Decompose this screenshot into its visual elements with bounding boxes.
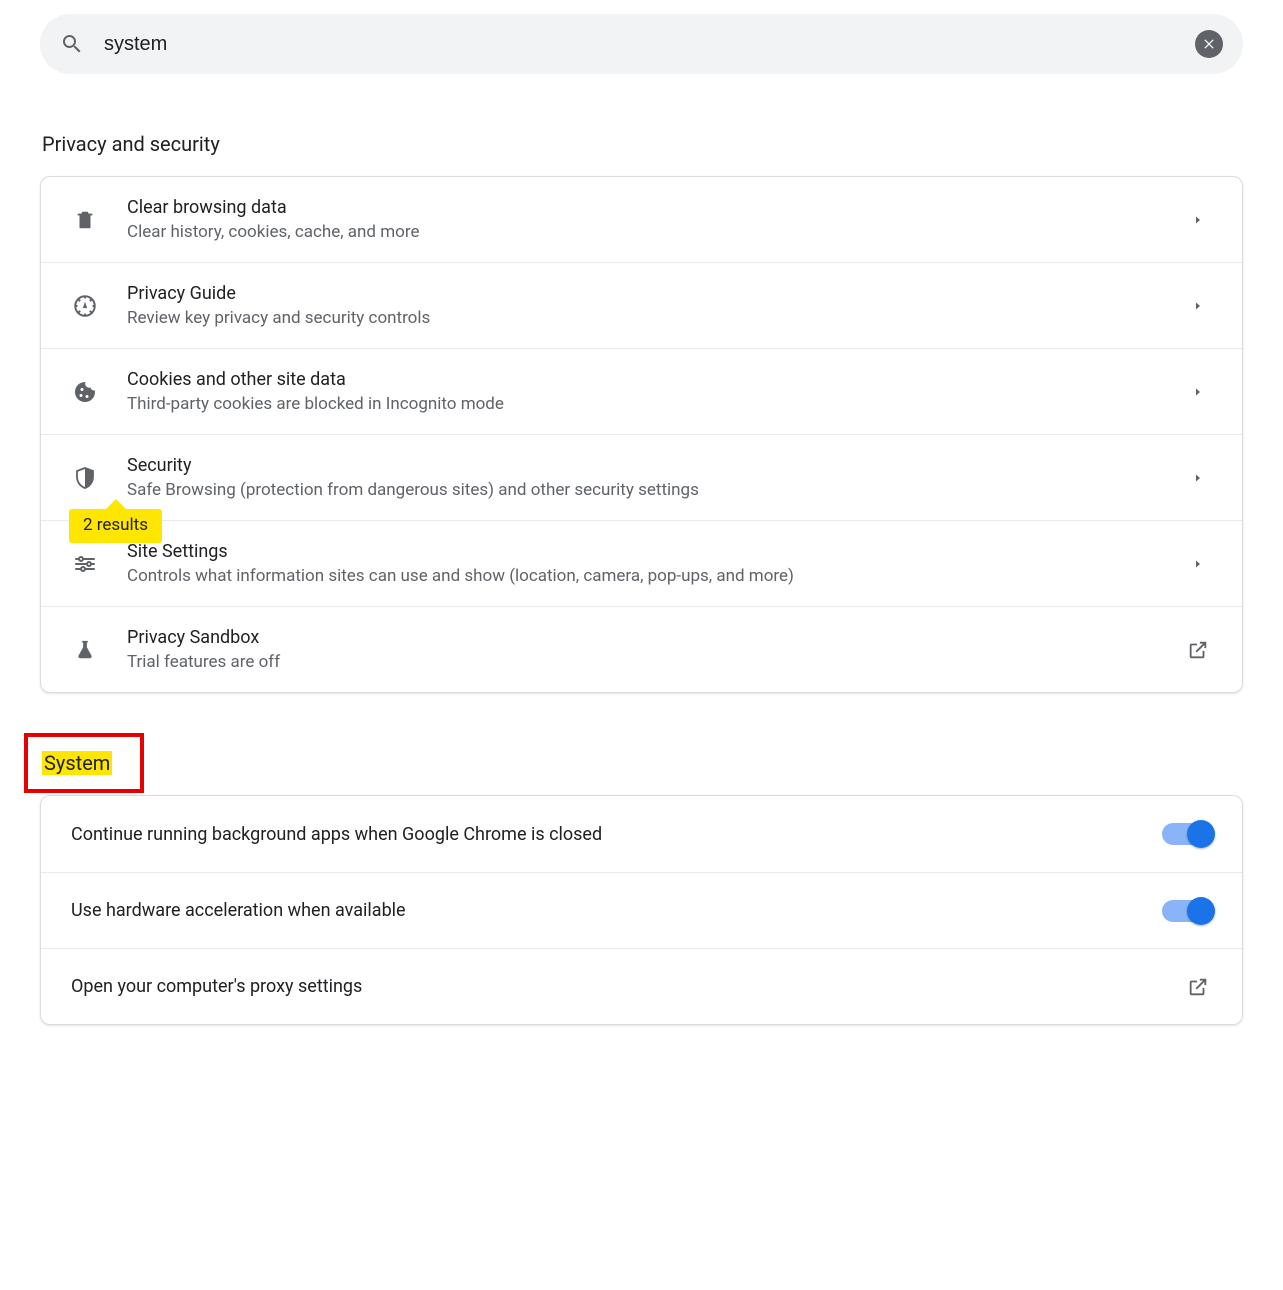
compass-icon <box>71 292 99 320</box>
row-title: Cookies and other site data <box>127 369 1184 390</box>
row-title: Privacy Guide <box>127 283 1184 304</box>
chevron-right-icon <box>1184 292 1212 320</box>
row-subtitle: Controls what information sites can use … <box>127 566 1184 586</box>
row-title: Use hardware acceleration when available <box>71 900 1162 921</box>
row-title: Security <box>127 455 1184 476</box>
results-bubble: 2 results <box>69 509 162 543</box>
row-subtitle: Review key privacy and security controls <box>127 308 1184 328</box>
system-section-header-wrap: System <box>42 751 112 775</box>
clear-search-button[interactable] <box>1195 30 1223 58</box>
chevron-right-icon <box>1184 206 1212 234</box>
privacy-guide-row[interactable]: Privacy Guide Review key privacy and sec… <box>41 262 1242 348</box>
privacy-section-header: Privacy and security <box>42 132 1243 156</box>
hardware-accel-row[interactable]: Use hardware acceleration when available <box>41 872 1242 948</box>
chevron-right-icon <box>1184 378 1212 406</box>
row-text: Privacy Guide Review key privacy and sec… <box>127 283 1184 328</box>
row-text: Privacy Sandbox Trial features are off <box>127 627 1184 672</box>
row-title: Open your computer's proxy settings <box>71 976 1184 997</box>
cookies-row[interactable]: Cookies and other site data Third-party … <box>41 348 1242 434</box>
row-subtitle: Safe Browsing (protection from dangerous… <box>127 480 1184 500</box>
row-text: Clear browsing data Clear history, cooki… <box>127 197 1184 242</box>
security-row[interactable]: Security Safe Browsing (protection from … <box>41 434 1242 520</box>
row-title: Continue running background apps when Go… <box>71 824 1162 845</box>
settings-page: Privacy and security Clear browsing data… <box>0 0 1283 1065</box>
flask-icon <box>71 636 99 664</box>
shield-icon <box>71 464 99 492</box>
row-title: Clear browsing data <box>127 197 1184 218</box>
row-title: Site Settings <box>127 541 1184 562</box>
row-subtitle: Trial features are off <box>127 652 1184 672</box>
open-external-icon <box>1184 636 1212 664</box>
background-apps-toggle[interactable] <box>1162 823 1212 845</box>
privacy-sandbox-row[interactable]: Privacy Sandbox Trial features are off <box>41 606 1242 692</box>
clear-browsing-data-row[interactable]: Clear browsing data Clear history, cooki… <box>41 177 1242 262</box>
background-apps-row[interactable]: Continue running background apps when Go… <box>41 796 1242 872</box>
row-text: Site Settings Controls what information … <box>127 541 1184 586</box>
open-external-icon <box>1184 973 1212 1001</box>
row-title: Privacy Sandbox <box>127 627 1184 648</box>
search-icon <box>60 32 84 56</box>
search-input[interactable] <box>102 32 1177 57</box>
chevron-right-icon <box>1184 464 1212 492</box>
search-bar[interactable] <box>40 14 1243 74</box>
row-subtitle: Clear history, cookies, cache, and more <box>127 222 1184 242</box>
row-text: Security Safe Browsing (protection from … <box>127 455 1184 500</box>
system-card: Continue running background apps when Go… <box>40 795 1243 1025</box>
cookie-icon <box>71 378 99 406</box>
system-section-header: System <box>42 751 112 775</box>
trash-icon <box>71 206 99 234</box>
chevron-right-icon <box>1184 550 1212 578</box>
hardware-accel-toggle[interactable] <box>1162 900 1212 922</box>
proxy-settings-row[interactable]: Open your computer's proxy settings <box>41 948 1242 1024</box>
sliders-icon <box>71 550 99 578</box>
site-settings-row[interactable]: 2 results Site Settings Controls what in… <box>41 520 1242 606</box>
row-text: Cookies and other site data Third-party … <box>127 369 1184 414</box>
privacy-card: Clear browsing data Clear history, cooki… <box>40 176 1243 693</box>
row-subtitle: Third-party cookies are blocked in Incog… <box>127 394 1184 414</box>
